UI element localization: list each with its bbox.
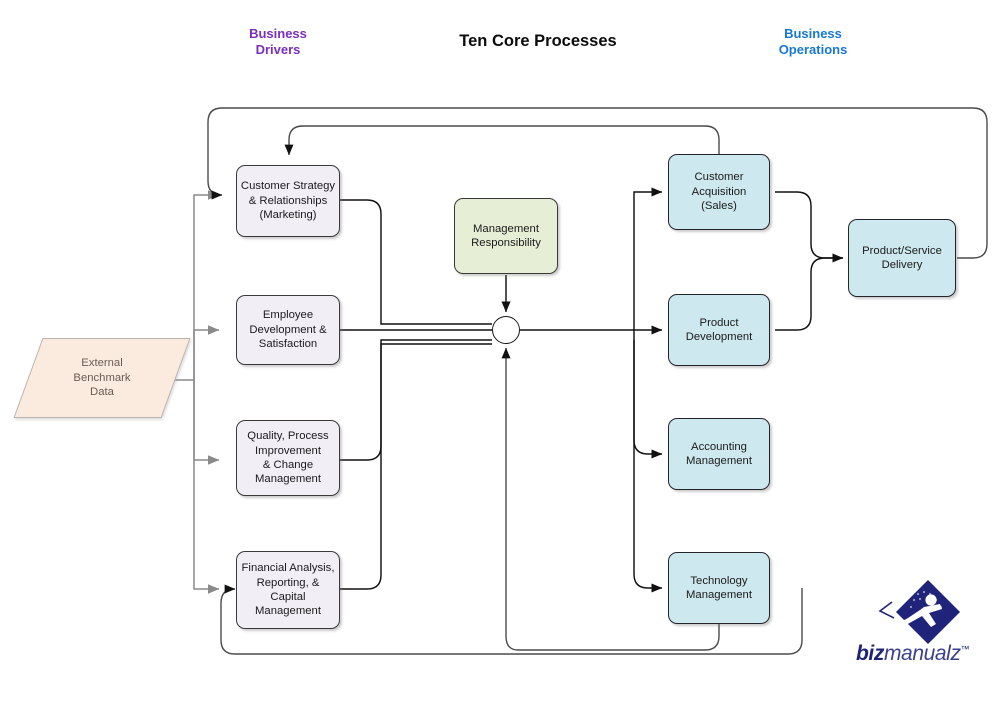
node-customer-acquisition-label: Customer Acquisition (Sales) [691,171,747,213]
node-customer-strategy[interactable]: Customer Strategy & Relationships (Marke… [236,165,340,237]
wire-bus-to-accounting [633,330,663,459]
node-technology-management-label: Technology Management [686,574,752,601]
column-header-business-drivers: Business Drivers [249,26,307,57]
external-benchmark-data-shape: External Benchmark Data [13,338,191,418]
wire-customer-acquisition-feedback-to-customer-strategy [284,125,720,156]
node-product-development-label: Product Development [685,316,753,343]
bizmanualz-logo: bizmanualz™ [856,578,988,686]
wire-external-to-financial [193,380,220,594]
node-management-responsibility[interactable]: Management Responsibility [454,198,558,274]
wire-external-to-quality [193,380,220,465]
wire-bus-to-technology [633,340,663,593]
node-management-responsibility-label: Management Responsibility [471,222,541,249]
logo-biz-text: biz [856,642,884,665]
node-financial-analysis[interactable]: Financial Analysis, Reporting, & Capital… [236,551,340,629]
node-product-service-delivery[interactable]: Product/Service Delivery [848,219,956,297]
logo-trademark-symbol: ™ [960,644,970,654]
node-customer-acquisition[interactable]: Customer Acquisition (Sales) [668,154,770,230]
node-quality-process-label: Quality, Process Improvement & Change Ma… [247,430,329,486]
wire-external-to-customer-strategy [193,190,220,380]
wire-bus-to-customer-acquisition [633,187,663,330]
node-accounting-management-label: Accounting Management [686,440,752,467]
wire-financial-to-bus [340,343,492,590]
logo-wordmark: bizmanualz™ [856,642,988,666]
logo-mark-icon [878,580,960,644]
diagram-canvas: Business Drivers Ten Core Processes Busi… [0,0,1006,719]
node-quality-process[interactable]: Quality, Process Improvement & Change Ma… [236,420,340,496]
wire-quality-to-bus [340,339,492,461]
column-header-business-operations: Business Operations [778,26,848,57]
node-product-service-delivery-label: Product/Service Delivery [862,244,942,271]
logo-manualz-text: manualz [883,642,961,665]
node-product-development[interactable]: Product Development [668,294,770,366]
wire-external-to-employee [193,325,220,380]
page-title: Ten Core Processes [459,32,617,50]
wire-customer-acquisition-to-delivery [775,191,844,263]
node-accounting-management[interactable]: Accounting Management [668,418,770,490]
node-employee-development-label: Employee Development & Satisfaction [249,309,327,351]
node-customer-strategy-label: Customer Strategy & Relationships (Marke… [240,180,336,222]
wire-product-development-to-delivery [775,257,843,331]
node-technology-management[interactable]: Technology Management [668,552,770,624]
process-junction-node [492,316,520,344]
node-employee-development[interactable]: Employee Development & Satisfaction [236,295,340,365]
node-financial-analysis-label: Financial Analysis, Reporting, & Capital… [241,562,335,618]
external-benchmark-data-label: External Benchmark Data [73,357,131,399]
